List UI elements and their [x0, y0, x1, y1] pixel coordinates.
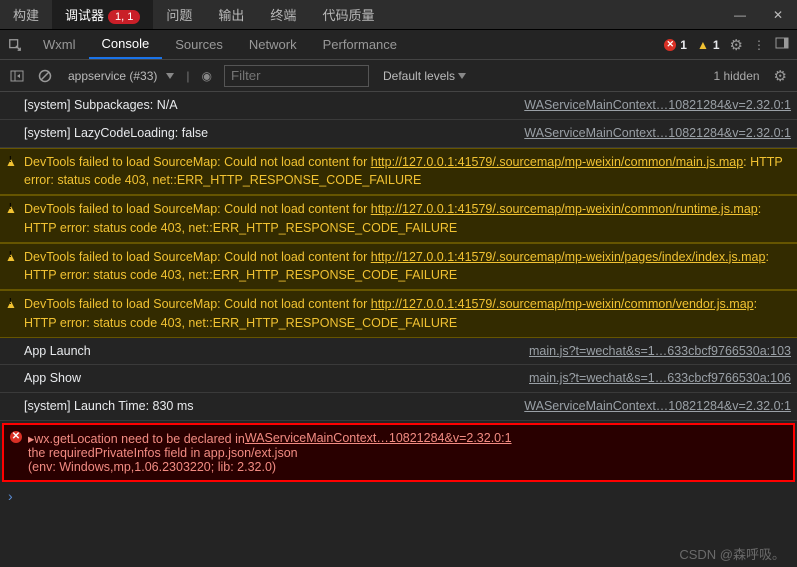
sourcemap-url-link[interactable]: http://127.0.0.1:41579/.sourcemap/mp-wei…	[371, 155, 743, 169]
log-message: [system] Subpackages: N/A	[24, 96, 524, 115]
source-link[interactable]: WAServiceMainContext…10821284&v=2.32.0:1	[524, 96, 791, 115]
sourcemap-url-link[interactable]: http://127.0.0.1:41579/.sourcemap/mp-wei…	[371, 202, 758, 216]
sourcemap-url-link[interactable]: http://127.0.0.1:41579/.sourcemap/mp-wei…	[371, 297, 754, 311]
tab-console[interactable]: Console	[89, 30, 163, 59]
log-message: App Launch	[24, 342, 529, 361]
console-log-row: App Showmain.js?t=wechat&s=1…633cbcf9766…	[0, 365, 797, 393]
error-highlighted: ✕ ▸wx.getLocation need to be declared in…	[2, 423, 795, 482]
more-icon[interactable]: ⋮	[753, 38, 765, 52]
tab-wxml[interactable]: Wxml	[30, 31, 89, 58]
source-link[interactable]: WAServiceMainContext…10821284&v=2.32.0:1	[524, 397, 791, 416]
console-prompt[interactable]: ›	[0, 484, 797, 508]
win-tab-terminal[interactable]: 终端	[257, 0, 309, 29]
error-message: ▸wx.getLocation need to be declared in	[28, 431, 245, 446]
tab-sources[interactable]: Sources	[162, 31, 236, 58]
levels-dropdown[interactable]: Default levels	[375, 69, 474, 83]
console-log-row: [system] Launch Time: 830 msWAServiceMai…	[0, 393, 797, 421]
sidebar-toggle-icon[interactable]	[6, 70, 28, 82]
win-tab-output[interactable]: 输出	[205, 0, 257, 29]
live-expression-icon[interactable]: ◉	[196, 69, 218, 83]
error-source-link[interactable]: WAServiceMainContext…10821284&v=2.32.0:1	[245, 431, 512, 446]
chevron-down-icon	[166, 73, 174, 79]
error-icon: ✕	[10, 431, 22, 443]
win-tab-issues[interactable]: 问题	[153, 0, 205, 29]
console-log-row: [system] Subpackages: N/AWAServiceMainCo…	[0, 92, 797, 120]
console-output: [system] Subpackages: N/AWAServiceMainCo…	[0, 92, 797, 567]
win-tab-debugger[interactable]: 调试器1, 1	[52, 0, 153, 29]
console-warn-row: ▲!DevTools failed to load SourceMap: Cou…	[0, 195, 797, 243]
log-message: DevTools failed to load SourceMap: Could…	[24, 153, 791, 191]
tab-performance[interactable]: Performance	[310, 31, 410, 58]
window-close[interactable]: ✕	[759, 0, 797, 30]
dock-icon[interactable]	[775, 37, 789, 52]
gear-icon[interactable]: ⚙	[774, 67, 791, 85]
context-dropdown[interactable]: appservice (#33)	[62, 69, 180, 83]
hidden-count[interactable]: 1 hidden	[706, 69, 768, 83]
win-tab-build[interactable]: 构建	[0, 0, 52, 29]
console-warn-row: ▲!DevTools failed to load SourceMap: Cou…	[0, 148, 797, 196]
source-link[interactable]: main.js?t=wechat&s=1…633cbcf9766530a:106	[529, 369, 791, 388]
error-message: the requiredPrivateInfos field in app.js…	[28, 446, 787, 460]
log-message: DevTools failed to load SourceMap: Could…	[24, 200, 791, 238]
debug-count-badge: 1, 1	[108, 10, 140, 24]
log-message: App Show	[24, 369, 529, 388]
devtools-tabbar: Wxml Console Sources Network Performance…	[0, 30, 797, 60]
sourcemap-url-link[interactable]: http://127.0.0.1:41579/.sourcemap/mp-wei…	[371, 250, 766, 264]
error-count-badge[interactable]: ✕1	[664, 38, 687, 52]
clear-console-icon[interactable]	[34, 69, 56, 83]
filter-input[interactable]	[224, 65, 369, 87]
window-minimize[interactable]: —	[721, 0, 759, 30]
console-toolbar: appservice (#33) | ◉ Default levels 1 hi…	[0, 60, 797, 92]
gear-icon[interactable]: ⚙	[730, 36, 743, 54]
log-message: [system] LazyCodeLoading: false	[24, 124, 524, 143]
log-message: DevTools failed to load SourceMap: Could…	[24, 295, 791, 333]
error-message: (env: Windows,mp,1.06.2303220; lib: 2.32…	[28, 460, 787, 474]
source-link[interactable]: WAServiceMainContext…10821284&v=2.32.0:1	[524, 124, 791, 143]
tab-network[interactable]: Network	[236, 31, 310, 58]
window-titlebar: 构建 调试器1, 1 问题 输出 终端 代码质量 — ✕	[0, 0, 797, 30]
log-message: [system] Launch Time: 830 ms	[24, 397, 524, 416]
warn-count-badge[interactable]: ▲1	[697, 38, 720, 52]
source-link[interactable]: main.js?t=wechat&s=1…633cbcf9766530a:103	[529, 342, 791, 361]
csdn-watermark: CSDN @森呼吸。	[679, 544, 785, 563]
console-log-row: [system] LazyCodeLoading: falseWAService…	[0, 120, 797, 148]
inspect-icon[interactable]	[0, 30, 30, 60]
console-warn-row: ▲!DevTools failed to load SourceMap: Cou…	[0, 290, 797, 338]
chevron-down-icon	[458, 73, 466, 79]
win-tab-quality[interactable]: 代码质量	[309, 0, 387, 29]
console-log-row: App Launchmain.js?t=wechat&s=1…633cbcf97…	[0, 338, 797, 366]
log-message: DevTools failed to load SourceMap: Could…	[24, 248, 791, 286]
console-warn-row: ▲!DevTools failed to load SourceMap: Cou…	[0, 243, 797, 291]
